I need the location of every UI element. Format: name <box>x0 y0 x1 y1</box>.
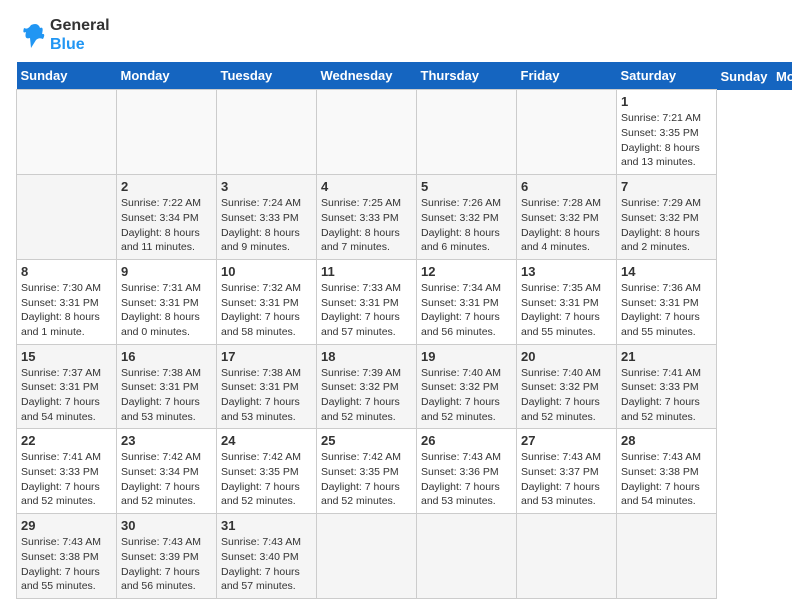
header-row: SundayMondayTuesdayWednesdayThursdayFrid… <box>17 62 792 90</box>
day-cell-5: 5Sunrise: 7:26 AMSunset: 3:32 PMDaylight… <box>417 175 517 260</box>
col-header-sunday: Sunday <box>717 62 772 90</box>
empty-cell <box>417 90 517 175</box>
day-cell-21: 21Sunrise: 7:41 AMSunset: 3:33 PMDayligh… <box>617 344 717 429</box>
empty-cell <box>217 90 317 175</box>
week-row-2: 2Sunrise: 7:22 AMSunset: 3:34 PMDaylight… <box>17 175 792 260</box>
day-cell-22: 22Sunrise: 7:41 AMSunset: 3:33 PMDayligh… <box>17 429 117 514</box>
empty-cell <box>17 90 117 175</box>
day-cell-6: 6Sunrise: 7:28 AMSunset: 3:32 PMDaylight… <box>517 175 617 260</box>
day-cell-19: 19Sunrise: 7:40 AMSunset: 3:32 PMDayligh… <box>417 344 517 429</box>
day-cell-31: 31Sunrise: 7:43 AMSunset: 3:40 PMDayligh… <box>217 514 317 599</box>
logo-text-blue: Blue <box>50 35 110 54</box>
empty-cell <box>117 90 217 175</box>
empty-cell <box>317 514 417 599</box>
day-cell-16: 16Sunrise: 7:38 AMSunset: 3:31 PMDayligh… <box>117 344 217 429</box>
day-cell-13: 13Sunrise: 7:35 AMSunset: 3:31 PMDayligh… <box>517 259 617 344</box>
day-cell-28: 28Sunrise: 7:43 AMSunset: 3:38 PMDayligh… <box>617 429 717 514</box>
day-cell-9: 9Sunrise: 7:31 AMSunset: 3:31 PMDaylight… <box>117 259 217 344</box>
header: General Blue <box>16 16 776 54</box>
day-cell-11: 11Sunrise: 7:33 AMSunset: 3:31 PMDayligh… <box>317 259 417 344</box>
day-cell-20: 20Sunrise: 7:40 AMSunset: 3:32 PMDayligh… <box>517 344 617 429</box>
day-cell-1: 1Sunrise: 7:21 AMSunset: 3:35 PMDaylight… <box>617 90 717 175</box>
day-cell-7: 7Sunrise: 7:29 AMSunset: 3:32 PMDaylight… <box>617 175 717 260</box>
col-header-thursday: Thursday <box>417 62 517 90</box>
col-header-sunday: Sunday <box>17 62 117 90</box>
empty-cell <box>517 514 617 599</box>
day-cell-23: 23Sunrise: 7:42 AMSunset: 3:34 PMDayligh… <box>117 429 217 514</box>
logo-bird-icon <box>16 20 46 50</box>
logo: General Blue <box>16 16 110 54</box>
empty-cell <box>317 90 417 175</box>
calendar-table: SundayMondayTuesdayWednesdayThursdayFrid… <box>16 62 792 599</box>
day-cell-25: 25Sunrise: 7:42 AMSunset: 3:35 PMDayligh… <box>317 429 417 514</box>
logo-text-general: General <box>50 16 110 35</box>
day-cell-27: 27Sunrise: 7:43 AMSunset: 3:37 PMDayligh… <box>517 429 617 514</box>
col-header-monday: Monday <box>117 62 217 90</box>
day-cell-2: 2Sunrise: 7:22 AMSunset: 3:34 PMDaylight… <box>117 175 217 260</box>
col-header-wednesday: Wednesday <box>317 62 417 90</box>
week-row-3: 8Sunrise: 7:30 AMSunset: 3:31 PMDaylight… <box>17 259 792 344</box>
col-header-tuesday: Tuesday <box>217 62 317 90</box>
day-cell-26: 26Sunrise: 7:43 AMSunset: 3:36 PMDayligh… <box>417 429 517 514</box>
col-header-saturday: Saturday <box>617 62 717 90</box>
empty-cell <box>17 175 117 260</box>
day-cell-8: 8Sunrise: 7:30 AMSunset: 3:31 PMDaylight… <box>17 259 117 344</box>
day-cell-15: 15Sunrise: 7:37 AMSunset: 3:31 PMDayligh… <box>17 344 117 429</box>
day-cell-18: 18Sunrise: 7:39 AMSunset: 3:32 PMDayligh… <box>317 344 417 429</box>
week-row-5: 22Sunrise: 7:41 AMSunset: 3:33 PMDayligh… <box>17 429 792 514</box>
week-row-6: 29Sunrise: 7:43 AMSunset: 3:38 PMDayligh… <box>17 514 792 599</box>
day-cell-17: 17Sunrise: 7:38 AMSunset: 3:31 PMDayligh… <box>217 344 317 429</box>
empty-cell <box>617 514 717 599</box>
day-cell-10: 10Sunrise: 7:32 AMSunset: 3:31 PMDayligh… <box>217 259 317 344</box>
day-cell-12: 12Sunrise: 7:34 AMSunset: 3:31 PMDayligh… <box>417 259 517 344</box>
col-header-monday: Monday <box>772 62 792 90</box>
empty-cell <box>417 514 517 599</box>
day-cell-3: 3Sunrise: 7:24 AMSunset: 3:33 PMDaylight… <box>217 175 317 260</box>
week-row-1: 1Sunrise: 7:21 AMSunset: 3:35 PMDaylight… <box>17 90 792 175</box>
day-cell-30: 30Sunrise: 7:43 AMSunset: 3:39 PMDayligh… <box>117 514 217 599</box>
day-cell-14: 14Sunrise: 7:36 AMSunset: 3:31 PMDayligh… <box>617 259 717 344</box>
week-row-4: 15Sunrise: 7:37 AMSunset: 3:31 PMDayligh… <box>17 344 792 429</box>
day-cell-24: 24Sunrise: 7:42 AMSunset: 3:35 PMDayligh… <box>217 429 317 514</box>
day-cell-4: 4Sunrise: 7:25 AMSunset: 3:33 PMDaylight… <box>317 175 417 260</box>
col-header-friday: Friday <box>517 62 617 90</box>
empty-cell <box>517 90 617 175</box>
day-cell-29: 29Sunrise: 7:43 AMSunset: 3:38 PMDayligh… <box>17 514 117 599</box>
